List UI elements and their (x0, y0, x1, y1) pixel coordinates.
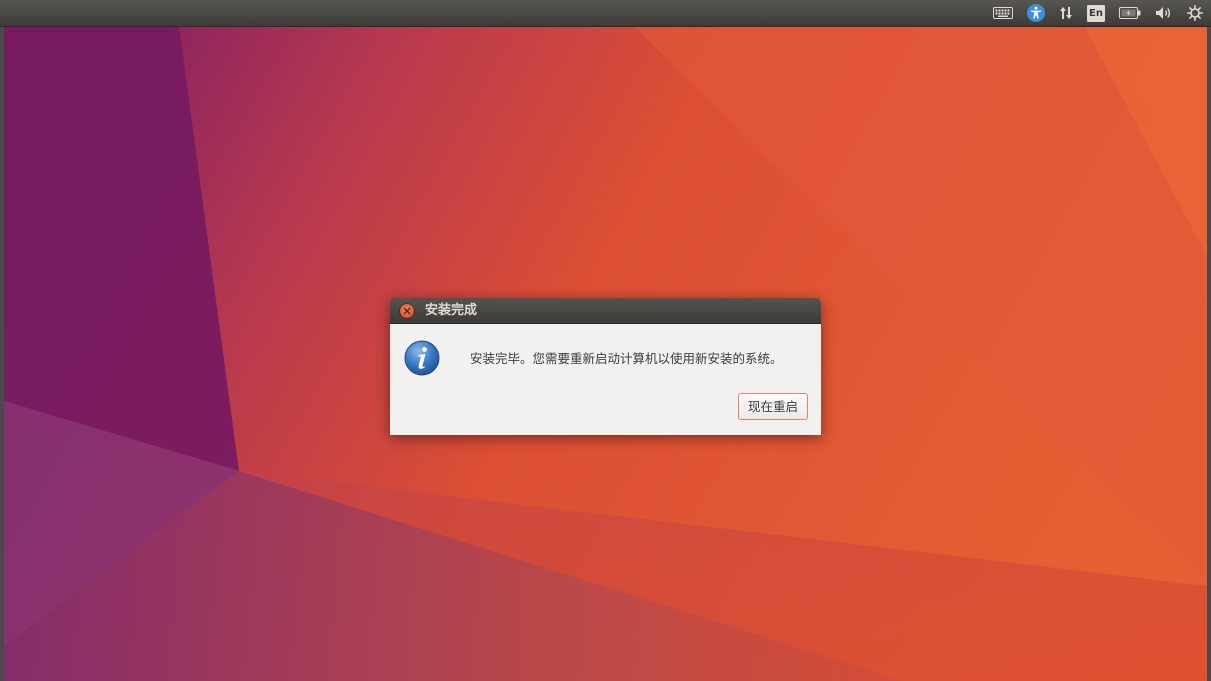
install-complete-dialog: 安装完成 安装完毕。您需要重新启动计算机以使用新安装的系统。 现在重启 (390, 298, 821, 435)
input-method-indicator[interactable]: En (1087, 0, 1105, 26)
close-button[interactable] (400, 304, 414, 318)
dialog-title: 安装完成 (425, 303, 478, 318)
restart-now-button[interactable]: 现在重启 (737, 393, 808, 420)
info-icon (404, 340, 440, 376)
indicator-area: En (993, 0, 1203, 26)
network-icon[interactable] (1059, 0, 1073, 26)
settings-gear-icon[interactable] (1187, 0, 1203, 26)
dialog-body: 安装完毕。您需要重新启动计算机以使用新安装的系统。 现在重启 (390, 324, 821, 435)
desktop-screen: En 安装完成 安装完毕。您需要重新启动计算机以使用新安装的系统。 现在重启 (0, 0, 1211, 681)
top-panel: En (0, 0, 1211, 27)
close-icon (403, 307, 411, 315)
keyboard-icon[interactable] (993, 0, 1013, 26)
accessibility-icon[interactable] (1027, 0, 1045, 26)
volume-icon[interactable] (1155, 0, 1173, 26)
dialog-titlebar[interactable]: 安装完成 (390, 298, 821, 324)
battery-icon[interactable] (1119, 0, 1141, 26)
input-method-label: En (1089, 7, 1103, 19)
dialog-message: 安装完毕。您需要重新启动计算机以使用新安装的系统。 (470, 351, 783, 366)
